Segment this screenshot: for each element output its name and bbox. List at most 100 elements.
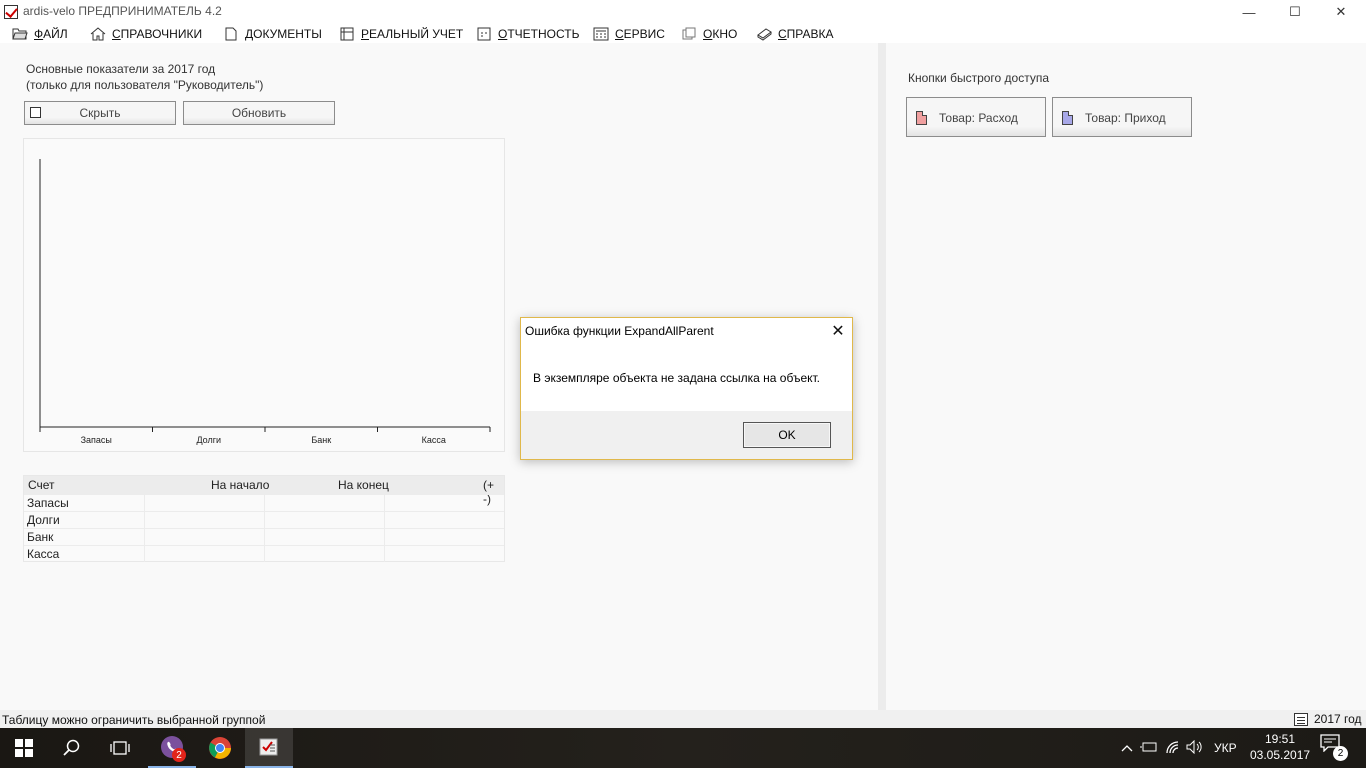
menu-documents[interactable]: Д ОКУМЕНТЫ [223,25,322,43]
dialog-footer: OK [521,411,852,459]
refresh-button[interactable]: Обновить [183,101,335,125]
menu-real-accounting[interactable]: Р ЕАЛЬНЫЙ УЧЕТ [339,25,463,43]
menu-real-accounting-label: ЕАЛЬНЫЙ УЧЕТ [369,27,464,41]
chrome-icon [209,737,231,759]
viber-unread-badge: 2 [172,748,186,762]
menu-file[interactable]: Ф АЙЛ [12,25,68,43]
report-icon [476,27,492,41]
cell-divider [384,529,385,545]
cell-divider [384,512,385,528]
search-icon [63,739,80,756]
table-row[interactable]: Запасы [24,494,504,511]
title-bar: ardis-velo ПРЕДПРИНИМАТЕЛЬ 4.2 — ☐ ✕ [0,0,1366,24]
menu-service-label: ЕРВИС [623,27,665,41]
column-header-end[interactable]: На конец [338,478,389,492]
menu-reports-label: ТЧЕТНОСТЬ [507,27,580,41]
income-document-icon [1062,111,1073,125]
menu-help-accel: С [778,27,787,41]
task-view-button[interactable] [96,728,144,768]
folder-open-icon [12,27,28,41]
system-clock[interactable]: 19:51 03.05.2017 [1250,731,1310,763]
ledger-icon [339,27,355,41]
menu-service[interactable]: С ЕРВИС [593,25,665,43]
goods-expense-label: Товар: Расход [939,111,1018,125]
clock-time: 19:51 [1264,732,1296,746]
chart-category-label: Банк [311,435,331,445]
cell-divider [264,495,265,511]
menu-reports-accel: О [498,27,508,41]
dialog-close-button[interactable]: ✕ [825,320,851,342]
close-window-button[interactable]: ✕ [1318,0,1364,24]
menu-window[interactable]: О КНО [681,25,737,43]
menu-directories[interactable]: С ПРАВОЧНИКИ [90,25,202,43]
chart-category-label: Долги [196,435,221,445]
kpi-title-line1: Основные показатели за 2017 год [26,62,216,76]
cell-divider [144,529,145,545]
cell-divider [144,495,145,511]
table-row[interactable]: Долги [24,511,504,528]
quick-access-panel [886,43,1366,710]
maximize-button[interactable]: ☐ [1272,0,1318,24]
cell-divider [264,546,265,562]
cell-divider [144,546,145,562]
action-center-button[interactable]: 2 [1320,734,1350,762]
goods-income-button[interactable]: Товар: Приход [1052,97,1192,137]
menu-help[interactable]: С ПРАВКА [756,25,834,43]
start-button[interactable] [0,728,48,768]
taskbar: 2 УКР 19:51 03.05.2017 2 [0,728,1366,768]
kpi-title-line2: (только для пользователя "Руководитель") [26,78,264,92]
cell-divider [264,529,265,545]
column-header-start[interactable]: На начало [211,478,269,492]
ardis-taskbar-button[interactable] [245,728,293,768]
help-book-icon [756,27,772,41]
cell-divider [384,546,385,562]
wifi-icon[interactable] [1162,740,1184,757]
column-header-account[interactable]: Счет [28,478,55,492]
volume-icon[interactable] [1184,739,1206,757]
search-button[interactable] [48,728,96,768]
ok-button[interactable]: OK [743,422,831,448]
input-language[interactable]: УКР [1214,741,1237,755]
battery-icon[interactable] [1136,741,1162,756]
dialog-title: Ошибка функции ExpandAllParent [525,324,714,338]
menu-directories-accel: С [112,27,121,41]
table-row[interactable]: Касса [24,545,504,562]
menu-bar: Ф АЙЛ С ПРАВОЧНИКИ Д ОКУМЕНТЫ Р ЕАЛЬНЫЙ УЧЕТ… [0,24,1366,43]
hide-checkbox[interactable] [30,107,41,118]
menu-window-label: КНО [712,27,738,41]
task-view-icon [110,741,130,755]
table-row[interactable]: Банк [24,528,504,545]
menu-file-label: АЙЛ [43,27,68,41]
menu-reports[interactable]: О ТЧЕТНОСТЬ [476,25,579,43]
chrome-taskbar-button[interactable] [196,728,244,768]
system-tray: УКР [1118,728,1237,768]
chart-category-label: Запасы [81,435,112,445]
cell-divider [264,512,265,528]
viber-taskbar-button[interactable]: 2 [148,728,196,768]
row-account-name: Банк [27,530,54,544]
document-icon [223,27,239,41]
menu-help-label: ПРАВКА [786,27,834,41]
panel-splitter[interactable] [878,43,886,710]
home-icon [90,27,106,41]
refresh-label: Обновить [231,106,287,120]
windows-logo-icon [15,739,33,757]
period-year: 2017 год [1314,712,1362,726]
status-hint: Таблицу можно ограничить выбранной групп… [2,713,266,727]
goods-expense-button[interactable]: Товар: Расход [906,97,1046,137]
minimize-button[interactable]: — [1226,0,1272,24]
menu-window-accel: О [703,27,713,41]
quick-access-title: Кнопки быстрого доступа [908,71,1050,85]
period-selector[interactable]: 2017 год [1294,712,1362,726]
row-account-name: Касса [27,547,60,561]
menu-documents-label: ОКУМЕНТЫ [253,27,322,41]
calendar-icon [1294,712,1308,726]
window-icon [681,27,697,41]
calculator-icon [593,27,609,41]
row-account-name: Долги [27,513,60,527]
tray-expand-icon[interactable] [1118,741,1136,755]
menu-service-accel: С [615,27,624,41]
kpi-title: Основные показатели за 2017 год (только … [26,61,263,93]
notification-count-badge: 2 [1333,746,1348,761]
hide-toggle-button[interactable]: Скрыть [24,101,176,125]
